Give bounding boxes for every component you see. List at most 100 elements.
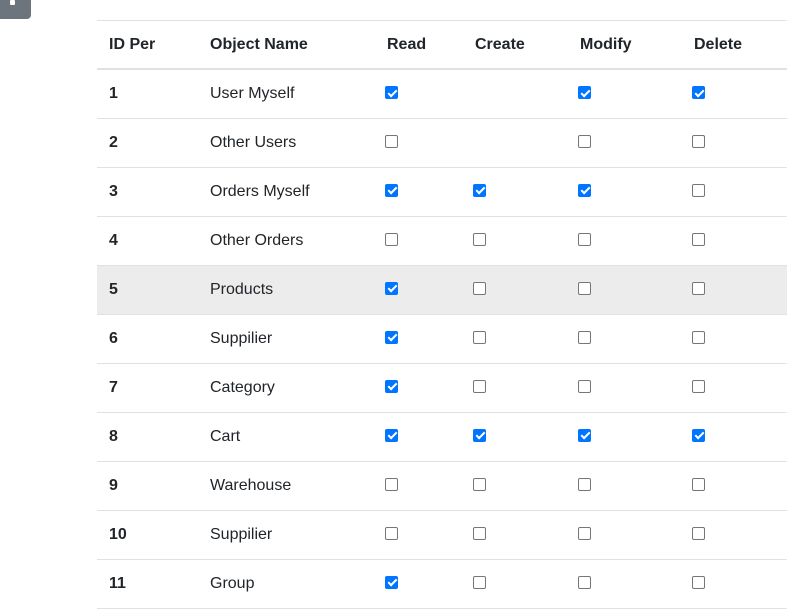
table-row: 4 Other Orders (97, 216, 787, 265)
read-checkbox[interactable] (385, 183, 398, 197)
cell-create (463, 167, 568, 216)
modify-checkbox[interactable] (578, 379, 591, 393)
header-row: ID Per Object Name Read Create Modify De… (97, 20, 787, 69)
row-id: 5 (109, 280, 118, 298)
cell-modify (568, 461, 682, 510)
cell-modify (568, 167, 682, 216)
row-id: 1 (109, 84, 118, 102)
read-checkbox[interactable] (385, 134, 398, 148)
row-object-name: Other Users (210, 133, 297, 151)
row-id: 9 (109, 476, 118, 494)
read-checkbox[interactable] (385, 526, 398, 540)
row-object-name: Products (210, 280, 274, 298)
read-checkbox[interactable] (385, 575, 398, 589)
cell-create (463, 363, 568, 412)
create-checkbox[interactable] (473, 281, 486, 295)
read-checkbox[interactable] (385, 281, 398, 295)
read-checkbox[interactable] (385, 330, 398, 344)
row-id: 3 (109, 182, 118, 200)
modify-checkbox[interactable] (578, 330, 591, 344)
row-object-name: Orders Myself (210, 182, 310, 200)
cell-read (375, 510, 463, 559)
table-row: 3 Orders Myself (97, 167, 787, 216)
delete-checkbox[interactable] (692, 526, 705, 540)
row-object-name: Other Orders (210, 231, 304, 249)
row-id: 2 (109, 133, 118, 151)
cell-modify (568, 314, 682, 363)
delete-checkbox[interactable] (692, 330, 705, 344)
cell-modify (568, 216, 682, 265)
cell-delete (682, 118, 787, 167)
permissions-table: ID Per Object Name Read Create Modify De… (97, 20, 787, 609)
create-checkbox[interactable] (473, 526, 486, 540)
read-checkbox[interactable] (385, 86, 398, 100)
modify-checkbox[interactable] (578, 281, 591, 295)
create-checkbox[interactable] (473, 379, 486, 393)
cell-modify (568, 69, 682, 118)
cell-read (375, 216, 463, 265)
create-checkbox[interactable] (473, 330, 486, 344)
modify-checkbox[interactable] (578, 575, 591, 589)
row-id: 10 (109, 525, 127, 543)
table-body: 1 User Myself 2 Other Users 3 Orders Myself 4 O… (97, 69, 787, 608)
delete-checkbox[interactable] (692, 86, 705, 100)
delete-checkbox[interactable] (692, 379, 705, 393)
cell-delete (682, 69, 787, 118)
cell-delete (682, 265, 787, 314)
row-id: 4 (109, 231, 118, 249)
cell-delete (682, 363, 787, 412)
table-row: 6 Suppilier (97, 314, 787, 363)
cell-delete (682, 216, 787, 265)
cell-modify (568, 510, 682, 559)
modify-checkbox[interactable] (578, 134, 591, 148)
cell-read (375, 461, 463, 510)
corner-menu-button[interactable] (0, 0, 31, 19)
read-checkbox[interactable] (385, 428, 398, 442)
cell-delete (682, 167, 787, 216)
delete-checkbox[interactable] (692, 477, 705, 491)
cell-create (463, 559, 568, 608)
cell-delete (682, 559, 787, 608)
modify-checkbox[interactable] (578, 86, 591, 100)
modify-checkbox[interactable] (578, 526, 591, 540)
header-delete: Delete (694, 35, 743, 53)
create-checkbox[interactable] (473, 232, 486, 246)
row-object-name: Suppilier (210, 329, 273, 347)
delete-checkbox[interactable] (692, 134, 705, 148)
cell-create (463, 216, 568, 265)
modify-checkbox[interactable] (578, 183, 591, 197)
row-object-name: Group (210, 574, 255, 592)
cell-delete (682, 412, 787, 461)
table-row: 8 Cart (97, 412, 787, 461)
modify-checkbox[interactable] (578, 232, 591, 246)
cell-create (463, 412, 568, 461)
delete-checkbox[interactable] (692, 281, 705, 295)
modify-checkbox[interactable] (578, 428, 591, 442)
delete-checkbox[interactable] (692, 428, 705, 442)
cell-modify (568, 412, 682, 461)
read-checkbox[interactable] (385, 232, 398, 246)
create-checkbox[interactable] (473, 428, 486, 442)
menu-dot-icon (10, 0, 15, 5)
cell-read (375, 118, 463, 167)
read-checkbox[interactable] (385, 379, 398, 393)
create-checkbox[interactable] (473, 477, 486, 491)
create-checkbox[interactable] (473, 183, 486, 197)
cell-modify (568, 265, 682, 314)
header-create: Create (475, 35, 525, 53)
cell-modify (568, 559, 682, 608)
create-checkbox[interactable] (473, 575, 486, 589)
delete-checkbox[interactable] (692, 183, 705, 197)
delete-checkbox[interactable] (692, 575, 705, 589)
header-id: ID Per (109, 35, 156, 53)
header-read: Read (387, 35, 427, 53)
table-row: 9 Warehouse (97, 461, 787, 510)
row-object-name: Warehouse (210, 476, 292, 494)
cell-read (375, 412, 463, 461)
modify-checkbox[interactable] (578, 477, 591, 491)
delete-checkbox[interactable] (692, 232, 705, 246)
table-row: 2 Other Users (97, 118, 787, 167)
table-row: 7 Category (97, 363, 787, 412)
cell-read (375, 363, 463, 412)
read-checkbox[interactable] (385, 477, 398, 491)
